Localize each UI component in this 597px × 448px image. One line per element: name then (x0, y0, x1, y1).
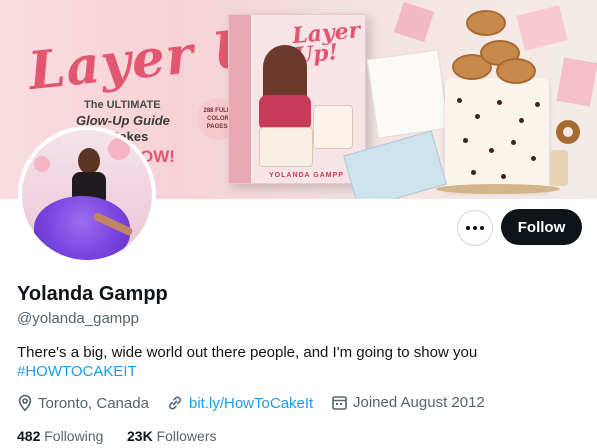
link-icon (169, 396, 181, 410)
chocolate-chip (535, 102, 540, 107)
chocolate-chip (471, 170, 476, 175)
recipe-page (366, 49, 450, 139)
cookie (466, 10, 506, 36)
book-cake (259, 127, 313, 167)
donut (556, 120, 580, 144)
book-spine (229, 15, 251, 183)
joined-date: Joined August 2012 (353, 394, 485, 411)
banner-subtitle-1: The ULTIMATE (84, 99, 161, 111)
chocolate-chip (519, 118, 524, 123)
person-head (78, 148, 100, 174)
profile-bio: There's a big, wide world out there peop… (17, 343, 577, 381)
following-link[interactable]: 482 Following (17, 428, 103, 444)
bio-hashtag[interactable]: #HOWTOCAKEIT (17, 362, 577, 381)
pink-card (516, 5, 568, 51)
chocolate-chip (489, 148, 494, 153)
cookie (496, 58, 536, 84)
avatar-photo (22, 130, 152, 260)
location-text: Toronto, Canada (38, 394, 149, 412)
followers-label: Followers (156, 428, 217, 444)
chocolate-chip (511, 140, 516, 145)
pink-box (393, 1, 435, 43)
more-options-button[interactable] (457, 210, 493, 246)
book-cake-2 (313, 105, 353, 149)
display-name: Yolanda Gampp (17, 283, 168, 305)
chocolate-chip (475, 114, 480, 119)
bio-text: There's a big, wide world out there peop… (17, 344, 478, 361)
sprinkle-jar (550, 150, 568, 186)
calendar-icon (332, 396, 347, 410)
user-handle: @yolanda_gampp (17, 310, 139, 327)
cookie-cake (445, 78, 549, 190)
followers-count: 23K (127, 428, 153, 444)
cake-stand (436, 184, 560, 194)
joined-item: Joined August 2012 (331, 394, 485, 411)
following-count: 482 (17, 428, 41, 444)
chocolate-chip (531, 156, 536, 161)
balloon-decoration (108, 138, 130, 160)
location-item: Toronto, Canada (17, 394, 149, 412)
following-label: Following (44, 428, 104, 444)
avatar[interactable] (18, 126, 156, 264)
chocolate-chip (497, 100, 502, 105)
chocolate-chip (457, 98, 462, 103)
chocolate-chip (501, 174, 506, 179)
book-author-name: YOLANDA GAMPP (269, 172, 344, 179)
chocolate-chip (463, 138, 468, 143)
website-item: bit.ly/HowToCakeIt (166, 394, 313, 412)
pink-card-2 (556, 57, 597, 107)
location-pin-icon (18, 394, 32, 412)
book-author-dress (259, 95, 311, 131)
more-horizontal-icon (466, 226, 470, 230)
website-link[interactable]: bit.ly/HowToCakeIt (189, 395, 313, 412)
follow-button[interactable]: Follow (501, 209, 582, 245)
balloon-decoration (34, 156, 50, 172)
followers-link[interactable]: 23K Followers (127, 428, 216, 444)
